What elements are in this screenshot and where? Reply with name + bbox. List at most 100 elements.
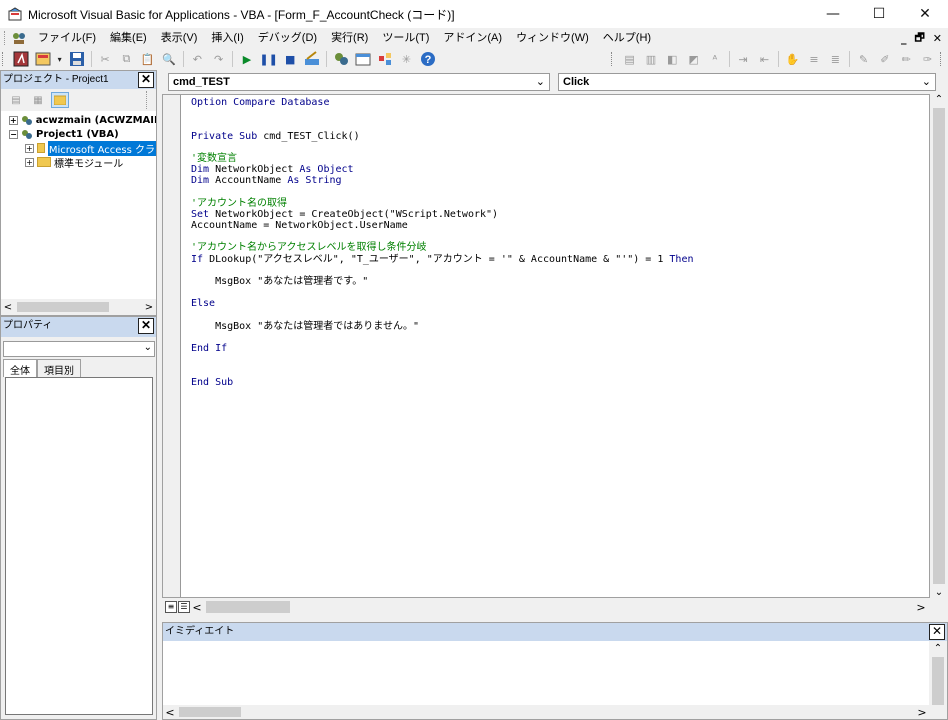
code-line[interactable]: Dim AccountName As String <box>191 175 694 186</box>
design-mode-icon[interactable] <box>304 51 320 67</box>
tree-node-standard-modules[interactable]: + 標準モジュール <box>1 155 156 170</box>
break-icon[interactable]: ❚❚ <box>259 51 277 67</box>
scroll-thumb[interactable] <box>933 108 945 584</box>
procedure-combo[interactable]: Click ⌄ <box>558 73 936 91</box>
code-line[interactable]: Dim NetworkObject As Object <box>191 164 694 175</box>
scroll-up-icon[interactable]: ⌃ <box>929 643 947 654</box>
toggle-bookmark-icon[interactable]: ✎ <box>856 51 871 67</box>
scroll-thumb[interactable] <box>17 302 109 312</box>
comment-block-icon[interactable]: ≡ <box>806 51 821 67</box>
scroll-thumb[interactable] <box>932 657 944 705</box>
code-line[interactable] <box>191 265 694 276</box>
code-line[interactable]: 'アカウント名の取得 <box>191 198 694 209</box>
close-window-button[interactable]: ✕ <box>902 0 948 28</box>
toolbox-icon[interactable]: ✳ <box>399 51 414 67</box>
parameter-info-icon[interactable]: ◩ <box>686 51 701 67</box>
list-constants-icon[interactable]: ▥ <box>643 51 658 67</box>
chevron-down-icon[interactable]: ⌄ <box>144 342 152 353</box>
code-editor[interactable]: Option Compare Database Private Sub cmd_T… <box>162 94 930 598</box>
tree-node-project1[interactable]: − Project1 (VBA) <box>1 127 156 141</box>
code-line[interactable] <box>191 310 694 321</box>
mdi-restore-button[interactable]: 🗗 <box>914 29 924 48</box>
list-properties-icon[interactable]: ▤ <box>622 51 637 67</box>
menu-edit[interactable]: 編集(E) <box>103 28 154 48</box>
project-menu-icon[interactable] <box>11 30 27 46</box>
code-line[interactable] <box>191 354 694 365</box>
code-line[interactable] <box>191 108 694 119</box>
menu-run[interactable]: 実行(R) <box>324 28 375 48</box>
find-icon[interactable]: 🔍 <box>161 51 176 67</box>
redo-icon[interactable]: ↷ <box>211 51 226 67</box>
tree-node-acwzmain[interactable]: + acwzmain (ACWZMAIN <box>1 113 156 127</box>
code-line[interactable]: '変数宣言 <box>191 153 694 164</box>
insert-userform-icon[interactable] <box>35 51 51 67</box>
code-line[interactable] <box>191 231 694 242</box>
menu-help[interactable]: ヘルプ(H) <box>596 28 658 48</box>
uncomment-block-icon[interactable]: ≣ <box>828 51 843 67</box>
expand-icon[interactable]: + <box>9 115 18 125</box>
maximize-button[interactable]: ☐ <box>856 0 902 28</box>
menu-view[interactable]: 表示(V) <box>154 28 205 48</box>
toolbar-grip[interactable] <box>2 52 8 66</box>
scroll-down-icon[interactable]: ⌄ <box>930 587 948 598</box>
menu-debug[interactable]: デバッグ(D) <box>251 28 324 48</box>
menu-window[interactable]: ウィンドウ(W) <box>509 28 596 48</box>
scroll-left-icon[interactable]: < <box>163 706 177 719</box>
immediate-vscrollbar[interactable]: ⌃ <box>929 641 947 719</box>
scroll-right-icon[interactable]: > <box>914 601 928 614</box>
code-line[interactable]: End Sub <box>191 377 694 388</box>
code-line[interactable] <box>191 142 694 153</box>
code-line[interactable] <box>191 332 694 343</box>
scroll-thumb[interactable] <box>206 601 290 613</box>
code-line[interactable]: MsgBox "あなたは管理者ではありません。" <box>191 321 694 332</box>
immediate-pane-close-button[interactable]: ✕ <box>929 624 945 640</box>
previous-bookmark-icon[interactable]: ✏ <box>899 51 914 67</box>
menubar-grip[interactable] <box>4 31 7 45</box>
code-line[interactable]: End If <box>191 343 694 354</box>
expand-icon[interactable]: + <box>25 143 34 153</box>
properties-pane-close-button[interactable]: ✕ <box>138 318 154 334</box>
scroll-thumb[interactable] <box>179 707 241 717</box>
complete-word-icon[interactable]: ᴬ <box>707 51 722 67</box>
undo-icon[interactable]: ↶ <box>190 51 205 67</box>
project-pane-close-button[interactable]: ✕ <box>138 72 154 88</box>
vba-app-icon[interactable] <box>8 7 22 21</box>
clear-bookmarks-icon[interactable]: ✑ <box>920 51 935 67</box>
scroll-right-icon[interactable]: > <box>142 302 156 313</box>
minimize-button[interactable]: — <box>810 0 856 28</box>
code-line[interactable]: Option Compare Database <box>191 97 694 108</box>
code-line[interactable] <box>191 119 694 130</box>
code-line[interactable] <box>191 287 694 298</box>
code-line[interactable]: If DLookup("アクセスレベル", "T_ユーザー", "アカウント =… <box>191 254 694 265</box>
object-combo[interactable]: cmd_TEST ⌄ <box>168 73 550 91</box>
toolbar-grip[interactable] <box>611 52 617 66</box>
project-explorer-icon[interactable] <box>333 51 349 67</box>
view-object-icon[interactable]: ▦ <box>29 92 47 108</box>
cut-icon[interactable]: ✂ <box>97 51 112 67</box>
paste-icon[interactable]: 📋 <box>140 51 155 67</box>
code-line[interactable]: Else <box>191 298 694 309</box>
expand-icon[interactable]: + <box>25 157 34 167</box>
mdi-minimize-button[interactable]: _ <box>901 32 907 45</box>
tab-categorized[interactable]: 項目別 <box>37 359 81 377</box>
scroll-left-icon[interactable]: < <box>1 302 15 313</box>
project-hscrollbar[interactable]: < > <box>1 299 156 315</box>
toolbar-grip[interactable] <box>940 52 946 66</box>
code-line[interactable]: MsgBox "あなたは管理者です。" <box>191 276 694 287</box>
mdi-close-button[interactable]: ✕ <box>933 32 942 45</box>
outdent-icon[interactable]: ⇤ <box>757 51 772 67</box>
object-select[interactable]: ⌄ <box>3 341 155 357</box>
run-icon[interactable]: ▶ <box>239 51 254 67</box>
procedure-view-icon[interactable]: ≡ <box>165 601 177 613</box>
collapse-icon[interactable]: − <box>9 129 18 139</box>
help-icon[interactable]: ? <box>420 51 436 67</box>
quick-info-icon[interactable]: ◧ <box>665 51 680 67</box>
code-vscrollbar[interactable]: ⌃ ⌄ <box>930 94 948 598</box>
menu-tools[interactable]: ツール(T) <box>375 28 436 48</box>
code-line[interactable]: Set NetworkObject = CreateObject("WScrip… <box>191 209 694 220</box>
dropdown-arrow-icon[interactable]: ▾ <box>57 51 63 67</box>
menu-insert[interactable]: 挿入(I) <box>204 28 250 48</box>
code-line[interactable]: Private Sub cmd_TEST_Click() <box>191 131 694 142</box>
tree-node-access-class[interactable]: + Microsoft Access クラ <box>1 140 156 156</box>
scroll-up-icon[interactable]: ⌃ <box>930 94 948 105</box>
